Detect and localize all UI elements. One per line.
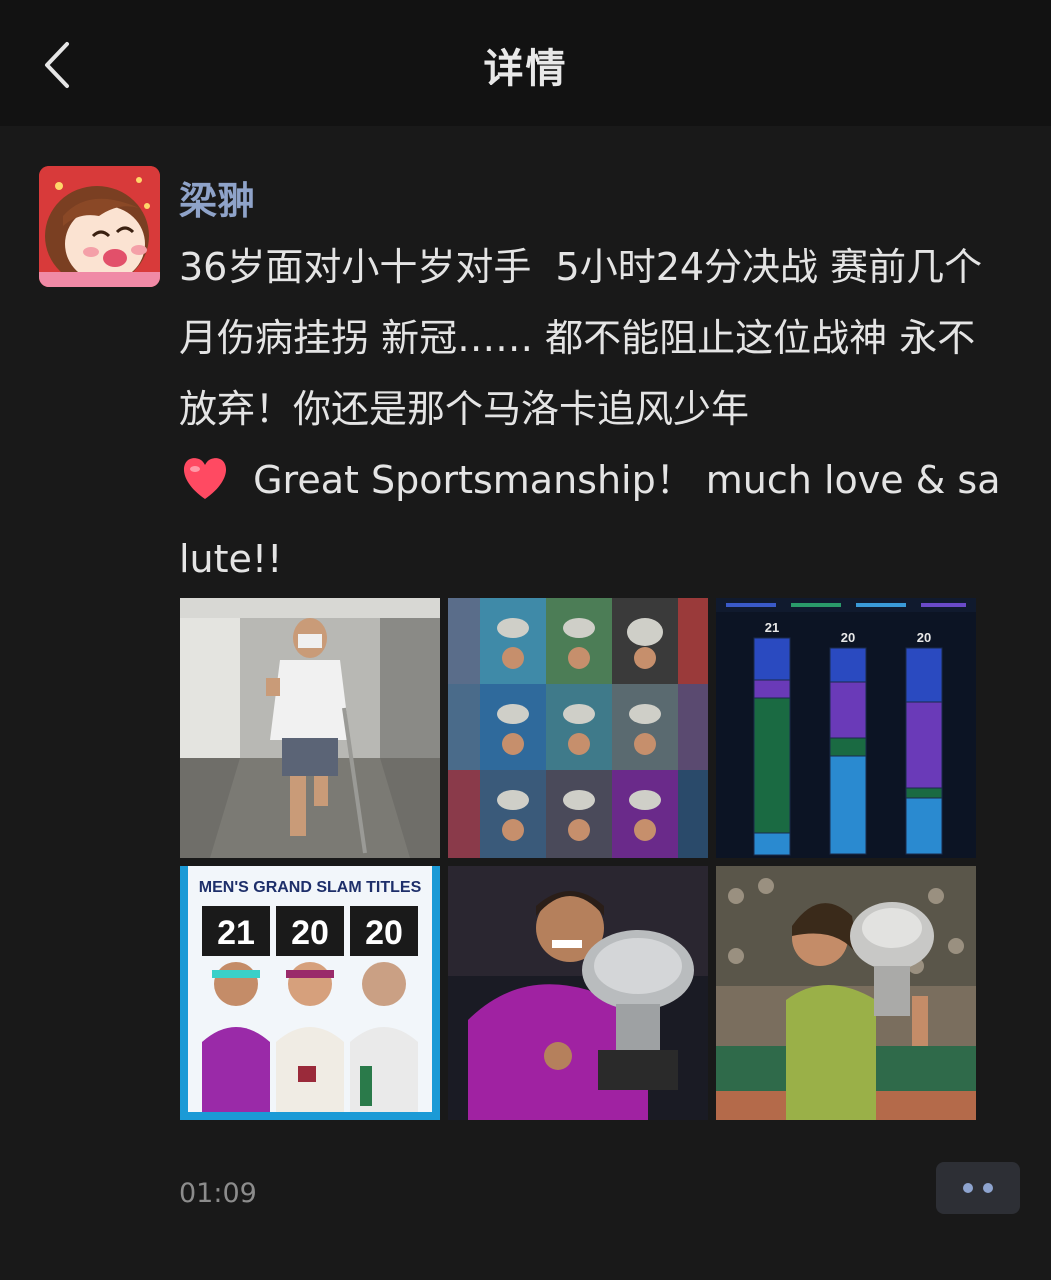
titles-count-3: 20 — [365, 914, 403, 952]
top-bar: 详情 — [0, 0, 1051, 126]
titles-count-1: 21 — [217, 914, 255, 952]
photo-trophy-collage[interactable] — [448, 598, 708, 858]
post-body: 36岁面对小十岁对手 5小时24分决战 赛前几个月伤病挂拐 新冠…… 都不能阻止… — [179, 232, 1009, 595]
dot-icon — [963, 1183, 973, 1193]
post-text-english: Great Sportsmanship！ much love & salute!… — [179, 458, 1001, 581]
post-text: 36岁面对小十岁对手 5小时24分决战 赛前几个月伤病挂拐 新冠…… 都不能阻止… — [179, 245, 983, 431]
author-name[interactable]: 梁翀 — [179, 170, 255, 225]
bar-label-2: 20 — [841, 630, 855, 645]
photo-rg-trophy[interactable] — [716, 866, 976, 1120]
dot-icon — [983, 1183, 993, 1193]
bar-label-3: 20 — [917, 630, 931, 645]
cartoon-girl-avatar-icon — [39, 166, 160, 287]
titles-count-2: 20 — [291, 914, 329, 952]
titles-heading: MEN'S GRAND SLAM TITLES — [199, 879, 422, 896]
post-time: 01:09 — [179, 1178, 257, 1209]
avatar[interactable] — [39, 166, 160, 287]
bar-label-1: 21 — [765, 620, 779, 635]
photo-crutches[interactable] — [180, 598, 440, 858]
heart-icon — [179, 453, 231, 524]
photo-title-bars[interactable]: 21 20 20 — [716, 598, 976, 858]
photo-grand-slam-titles[interactable]: MEN'S GRAND SLAM TITLES 21 20 20 — [180, 866, 440, 1120]
page-title: 详情 — [483, 46, 568, 92]
image-grid: 21 20 20 MEN'S GRAND SLAM TITLES 21 20 2… — [180, 598, 976, 1120]
more-actions-button[interactable] — [936, 1162, 1020, 1214]
photo-ao-trophy[interactable] — [448, 866, 708, 1120]
